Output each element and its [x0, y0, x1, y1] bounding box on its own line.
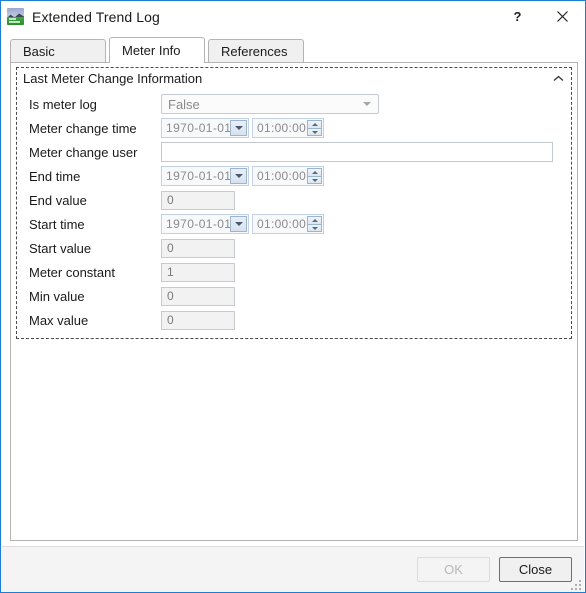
start-time-date-picker[interactable]: 1970-01-01 — [161, 214, 249, 234]
field-label-max-value: Max value — [29, 312, 89, 328]
field-label-meter-constant: Meter constant — [29, 264, 115, 280]
trend-log-app-icon — [7, 8, 24, 25]
is-meter-log-value: False — [168, 96, 200, 112]
field-control-min-value: 0 — [161, 286, 235, 306]
spinner-up-down-icon[interactable] — [307, 168, 322, 184]
close-icon — [556, 10, 569, 23]
field-row-end-time: End time 1970-01-01 01:00:00 — [17, 164, 571, 188]
window-title: Extended Trend Log — [32, 8, 160, 25]
spinner-down-button[interactable] — [307, 224, 322, 232]
groupbox-body: Is meter log False Meter change time 197… — [17, 88, 571, 338]
end-value-input[interactable]: 0 — [161, 190, 235, 210]
start-time-time-spinner[interactable]: 01:00:00 — [252, 214, 324, 234]
meter-change-time-value: 01:00:00 — [257, 121, 307, 135]
field-label-meter-change-user: Meter change user — [29, 144, 138, 160]
spinner-up-button[interactable] — [307, 216, 322, 224]
end-time-time-value: 01:00:00 — [257, 169, 307, 183]
groupbox-header[interactable]: Last Meter Change Information — [17, 68, 571, 88]
last-meter-change-groupbox: Last Meter Change Information Is meter l… — [16, 67, 572, 339]
spinner-down-button[interactable] — [307, 128, 322, 136]
field-control-end-value: 0 — [161, 190, 235, 210]
title-bar-buttons: ? — [495, 1, 585, 32]
meter-constant-input[interactable]: 1 — [161, 262, 235, 282]
end-time-date-value: 1970-01-01 — [166, 169, 232, 183]
field-row-start-value: Start value 0 — [17, 236, 571, 260]
chevron-down-icon[interactable] — [230, 168, 247, 184]
chevron-down-icon[interactable] — [230, 120, 247, 136]
dialog-window: Extended Trend Log ? Basic Meter Info Re… — [0, 0, 586, 593]
meter-change-date-value: 1970-01-01 — [166, 121, 232, 135]
field-control-start-time: 1970-01-01 01:00:00 — [161, 214, 324, 234]
footer-button-group: OK Close — [417, 557, 572, 582]
field-label-end-value: End value — [29, 192, 87, 208]
spinner-up-down-icon[interactable] — [307, 120, 322, 136]
tab-meter-info[interactable]: Meter Info — [109, 37, 205, 63]
tab-panel-meter-info: Last Meter Change Information Is meter l… — [10, 62, 578, 541]
tab-basic[interactable]: Basic — [10, 39, 106, 62]
field-label-start-time: Start time — [29, 216, 85, 232]
field-row-meter-change-time: Meter change time 1970-01-01 01:00:00 — [17, 116, 571, 140]
end-time-time-spinner[interactable]: 01:00:00 — [252, 166, 324, 186]
meter-change-time-spinner[interactable]: 01:00:00 — [252, 118, 324, 138]
spinner-up-down-icon[interactable] — [307, 216, 322, 232]
dialog-footer: OK Close — [2, 546, 584, 592]
chevron-down-icon — [363, 102, 371, 106]
start-value-input[interactable]: 0 — [161, 238, 235, 258]
start-time-time-value: 01:00:00 — [257, 217, 307, 231]
title-bar: Extended Trend Log ? — [1, 1, 585, 32]
field-control-meter-constant: 1 — [161, 262, 235, 282]
field-control-end-time: 1970-01-01 01:00:00 — [161, 166, 324, 186]
min-value-input[interactable]: 0 — [161, 286, 235, 306]
tab-strip: Basic Meter Info References — [10, 37, 585, 63]
field-control-meter-change-time: 1970-01-01 01:00:00 — [161, 118, 324, 138]
field-control-start-value: 0 — [161, 238, 235, 258]
groupbox-title: Last Meter Change Information — [23, 70, 203, 86]
spinner-down-button[interactable] — [307, 176, 322, 184]
meter-change-date-picker[interactable]: 1970-01-01 — [161, 118, 249, 138]
resize-grip-icon[interactable] — [570, 579, 581, 590]
field-row-is-meter-log: Is meter log False — [17, 92, 571, 116]
max-value-input[interactable]: 0 — [161, 310, 235, 330]
field-control-is-meter-log: False — [161, 94, 379, 114]
close-window-button[interactable] — [540, 1, 585, 32]
ok-button[interactable]: OK — [417, 557, 490, 582]
field-row-max-value: Max value 0 — [17, 308, 571, 332]
help-button[interactable]: ? — [495, 1, 540, 32]
chevron-up-icon[interactable] — [551, 71, 565, 85]
meter-change-user-input[interactable] — [161, 142, 553, 162]
field-row-end-value: End value 0 — [17, 188, 571, 212]
field-row-min-value: Min value 0 — [17, 284, 571, 308]
field-control-meter-change-user — [161, 142, 553, 162]
field-label-min-value: Min value — [29, 288, 85, 304]
field-row-meter-change-user: Meter change user — [17, 140, 571, 164]
field-label-start-value: Start value — [29, 240, 92, 256]
chevron-down-icon[interactable] — [230, 216, 247, 232]
spinner-up-button[interactable] — [307, 168, 322, 176]
end-time-date-picker[interactable]: 1970-01-01 — [161, 166, 249, 186]
field-label-is-meter-log: Is meter log — [29, 96, 97, 112]
field-control-max-value: 0 — [161, 310, 235, 330]
field-label-end-time: End time — [29, 168, 81, 184]
tab-references[interactable]: References — [208, 39, 304, 62]
start-time-date-value: 1970-01-01 — [166, 217, 232, 231]
field-row-meter-constant: Meter constant 1 — [17, 260, 571, 284]
is-meter-log-combobox[interactable]: False — [161, 94, 379, 114]
spinner-up-button[interactable] — [307, 120, 322, 128]
field-label-meter-change-time: Meter change time — [29, 120, 137, 136]
field-row-start-time: Start time 1970-01-01 01:00:00 — [17, 212, 571, 236]
close-button[interactable]: Close — [499, 557, 572, 582]
